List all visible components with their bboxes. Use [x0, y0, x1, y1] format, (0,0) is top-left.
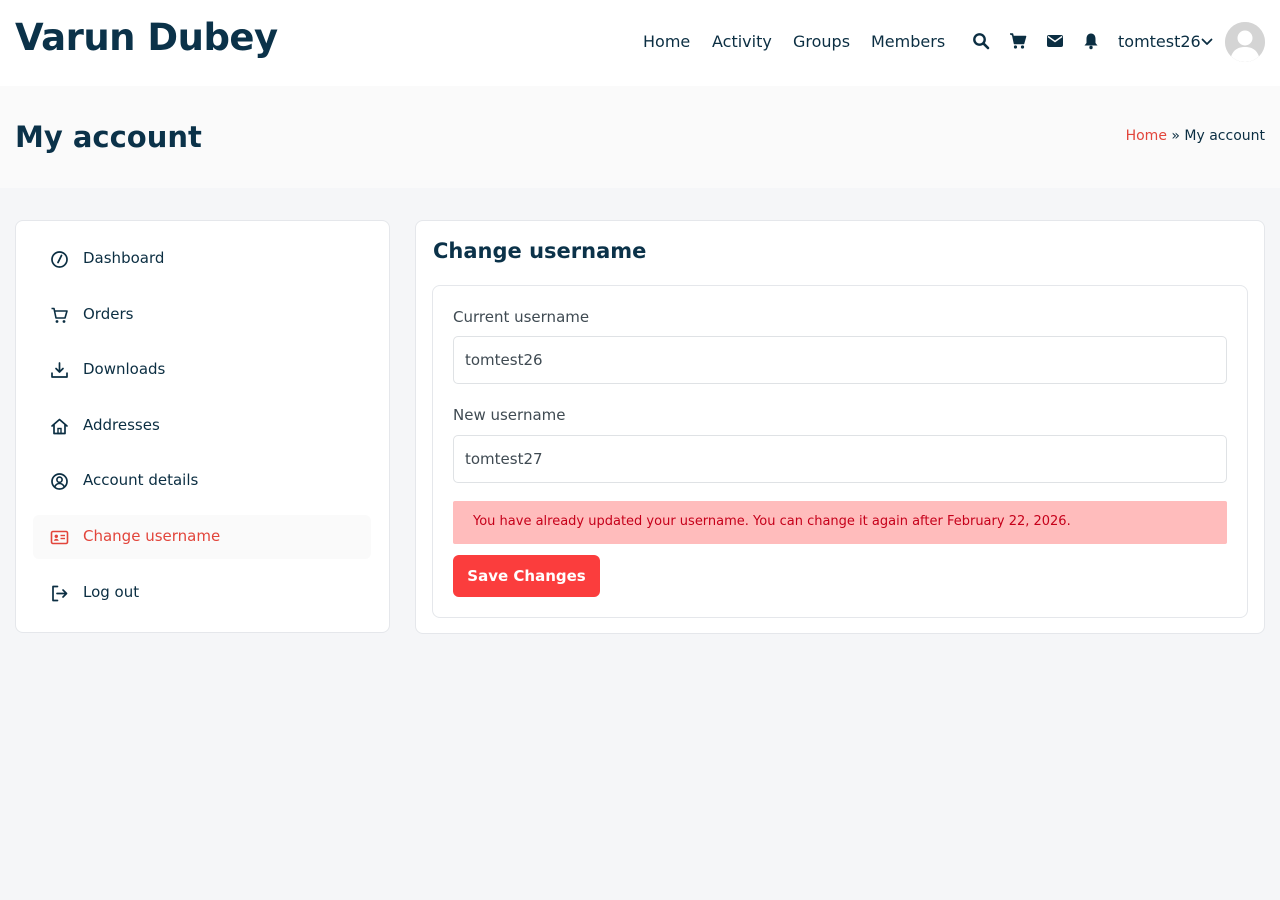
sidebar-item-dashboard[interactable]: Dashboard — [33, 237, 371, 281]
download-icon — [51, 362, 68, 378]
current-username-label: Current username — [453, 308, 590, 326]
breadcrumb: Home » My account — [1126, 128, 1265, 144]
change-username-form: Current username New username You have a… — [432, 285, 1248, 618]
avatar-placeholder-icon — [1225, 22, 1265, 62]
sidebar-item-account-details[interactable]: Account details — [33, 459, 371, 503]
search-icon[interactable] — [972, 32, 990, 50]
home-icon — [51, 418, 68, 435]
current-username-field[interactable] — [453, 336, 1227, 384]
change-username-card: Change username Current username New use… — [415, 220, 1265, 634]
sidebar-item-label: Change username — [83, 527, 221, 545]
sidebar-item-label: Downloads — [83, 360, 166, 378]
sidebar-item-downloads[interactable]: Downloads — [33, 348, 371, 392]
page-title: My account — [15, 120, 202, 154]
nav-groups[interactable]: Groups — [793, 32, 850, 51]
sidebar-item-addresses[interactable]: Addresses — [33, 404, 371, 448]
bell-icon[interactable] — [1082, 32, 1100, 50]
cart-icon — [51, 307, 68, 323]
sidebar-item-label: Account details — [83, 471, 199, 489]
dashboard-icon — [51, 251, 68, 268]
envelope-icon[interactable] — [1046, 32, 1064, 50]
nav-home[interactable]: Home — [643, 32, 690, 51]
nav-members[interactable]: Members — [871, 32, 945, 51]
error-notice: You have already updated your username. … — [453, 501, 1227, 544]
site-title[interactable]: Varun Dubey — [15, 16, 278, 59]
breadcrumb-current: My account — [1184, 128, 1265, 144]
new-username-field[interactable] — [453, 435, 1227, 483]
sidebar-item-orders[interactable]: Orders — [33, 293, 371, 337]
cart-icon[interactable] — [1009, 32, 1027, 50]
error-message: You have already updated your username. … — [473, 514, 1071, 529]
nav-activity[interactable]: Activity — [712, 32, 772, 51]
sidebar-item-label: Log out — [83, 583, 140, 601]
sidebar-item-label: Addresses — [83, 416, 160, 434]
save-changes-button[interactable]: Save Changes — [453, 555, 600, 597]
breadcrumb-home-link[interactable]: Home — [1126, 128, 1167, 144]
account-sidebar: Dashboard Orders Downloads Addresses Acc… — [15, 220, 390, 633]
sidebar-item-logout[interactable]: Log out — [33, 571, 371, 615]
breadcrumb-separator: » — [1166, 128, 1185, 144]
logout-icon — [52, 585, 68, 602]
new-username-label: New username — [453, 406, 566, 424]
avatar[interactable] — [1225, 22, 1265, 62]
chevron-down-icon[interactable] — [1201, 36, 1213, 48]
user-menu-name[interactable]: tomtest26 — [1118, 32, 1201, 51]
site-header: Varun Dubey Home Activity Groups Members… — [0, 0, 1280, 86]
sidebar-item-change-username[interactable]: Change username — [33, 515, 371, 559]
page-title-band: My account Home » My account — [0, 86, 1280, 188]
sidebar-item-label: Orders — [83, 305, 134, 323]
card-heading: Change username — [433, 239, 647, 263]
sidebar-item-label: Dashboard — [83, 249, 165, 267]
user-circle-icon — [51, 473, 68, 490]
id-card-icon — [50, 530, 69, 545]
